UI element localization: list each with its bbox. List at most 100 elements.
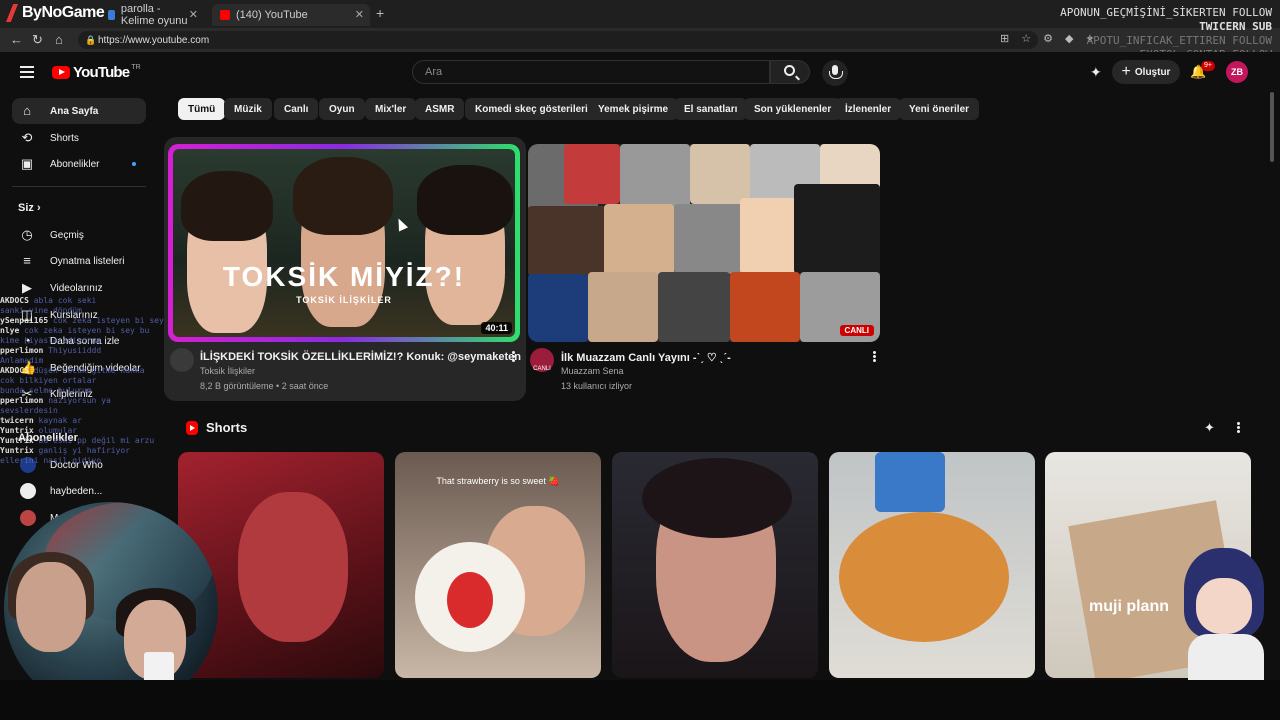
chat-msg: kaynak ar	[38, 416, 82, 425]
short-face	[238, 492, 348, 642]
chip-new[interactable]: Yeni öneriler	[899, 98, 980, 120]
sidebar-section-you[interactable]: Siz ›	[18, 202, 41, 214]
vtuber-body	[1188, 634, 1264, 682]
channel-avatar[interactable]	[170, 348, 194, 372]
chat-line: Yuntrix bu eski pp değil mi arzu	[0, 436, 215, 446]
chip-music[interactable]: Müzik	[224, 98, 272, 120]
video-title[interactable]: İlk Muazzam Canlı Yayını -ˋˏ ♡ ˎˊ-	[561, 351, 731, 364]
chip-mixes[interactable]: Mix'ler	[365, 98, 417, 120]
cast-icon[interactable]: ✦	[1204, 420, 1215, 436]
create-label: Oluştur	[1134, 66, 1171, 78]
short-card[interactable]: That strawberry is so sweet 🍓	[395, 452, 601, 678]
chat-user: pperlimon	[0, 346, 44, 355]
alert-line: APOTU_INFICAK_ETTIREN FOLLOW	[1086, 34, 1272, 47]
chip-live[interactable]: Canlı	[274, 98, 319, 120]
lock-icon: 🔒	[85, 35, 97, 45]
home-icon[interactable]: ⌂	[55, 32, 63, 47]
page-scrollbar[interactable]	[1270, 92, 1274, 162]
chat-msg: Thiyusiiddd	[48, 346, 102, 355]
channel-avatar-live[interactable]: CANLI	[530, 348, 554, 372]
youtube-logo[interactable]: YouTube TR	[52, 64, 141, 81]
shorts-icon: ⟲	[21, 130, 33, 145]
chat-msg: ellerini nasil gidiyo	[0, 456, 102, 465]
short-card[interactable]	[612, 452, 818, 678]
search-input[interactable]	[413, 61, 769, 83]
sidebar-item-shorts[interactable]: ⟲ Shorts	[12, 125, 146, 151]
chat-msg: kime kiyasla ediyorum	[0, 336, 102, 345]
sidebar-sub-haybeden[interactable]: haybeden...	[12, 478, 146, 504]
chat-msg: naziyorsun ya	[48, 396, 111, 405]
collage-photo	[604, 204, 674, 276]
chip-crafts[interactable]: El sanatları	[674, 98, 748, 120]
chip-watched[interactable]: İzlenenler	[835, 98, 902, 120]
sidebar-item-label: Geçmiş	[50, 229, 84, 241]
video-channel[interactable]: Toksik İlişkiler	[200, 366, 255, 376]
chat-msg: olumular	[38, 426, 78, 435]
screen: ByNoGame parolla - Kelime oyunu ✕ (140) …	[0, 0, 1280, 720]
cast-icon[interactable]: ✦	[1090, 64, 1106, 80]
collage-photo	[528, 206, 608, 276]
back-icon[interactable]: ←	[10, 32, 23, 47]
channel-avatar	[20, 510, 36, 526]
tab-youtube[interactable]: (140) YouTube ✕	[212, 4, 370, 26]
search-button[interactable]	[770, 60, 810, 84]
video-thumbnail[interactable]: CANLI	[528, 144, 880, 342]
chip-asmr[interactable]: ASMR	[415, 98, 465, 120]
sidebar-item-history[interactable]: ◷ Geçmiş	[12, 222, 146, 248]
chat-msg: cok bilkiyen ortalar	[0, 376, 97, 385]
chip-gaming[interactable]: Oyun	[319, 98, 365, 120]
url-field[interactable]: 🔒 https://www.youtube.com	[78, 31, 1038, 49]
chip-cooking[interactable]: Yemek pişirme	[588, 98, 679, 120]
chat-msg: sevslerdesin	[0, 406, 58, 415]
close-icon[interactable]: ✕	[355, 8, 364, 21]
live-badge: CANLI	[839, 325, 874, 336]
voice-search-button[interactable]	[822, 60, 848, 86]
thumbnail-image: TOKSİK MİYİZ?! TOKSİK İLİŞKİLER	[173, 149, 515, 337]
close-icon[interactable]: ✕	[189, 8, 198, 21]
chat-msg: bunda selme bulurum	[0, 386, 92, 395]
more-options-icon[interactable]	[1236, 421, 1240, 435]
chat-user: Yuntrix	[0, 436, 34, 445]
account-avatar[interactable]: ZB	[1226, 61, 1248, 83]
youtube-favicon-icon	[220, 10, 230, 20]
water-bottle	[875, 452, 945, 512]
hamburger-menu-icon[interactable]	[20, 66, 34, 78]
sidebar-item-playlists[interactable]: ≡ Oynatma listeleri	[12, 248, 146, 274]
collage-photo	[564, 144, 620, 204]
subscriptions-icon: ▣	[20, 156, 34, 171]
stream-watermark: ByNoGame	[0, 0, 110, 26]
shorts-shelf-header: Shorts	[186, 420, 247, 435]
sidebar-item-subscriptions[interactable]: ▣ Abonelikler	[12, 151, 146, 177]
new-content-dot	[132, 162, 136, 166]
collage-photo	[588, 272, 658, 342]
more-options-icon[interactable]	[511, 350, 515, 364]
chip-comedy[interactable]: Komedi skeç gösterileri	[465, 98, 598, 120]
vtuber-face	[1196, 578, 1252, 634]
thumbnail-title: TOKSİK MİYİZ?!	[222, 261, 466, 292]
video-stats: 13 kullanıcı izliyor	[561, 381, 633, 391]
section-label: Siz	[18, 202, 34, 214]
youtube-play-icon	[52, 66, 70, 79]
chip-recent[interactable]: Son yüklenenler	[744, 98, 842, 120]
short-caption: muji plann	[1089, 598, 1169, 615]
chip-all[interactable]: Tümü	[178, 98, 226, 120]
plus-icon: +	[1121, 63, 1131, 80]
more-options-icon[interactable]	[872, 350, 876, 364]
chat-user: nlye	[0, 326, 20, 335]
sidebar-item-label: Ana Sayfa	[50, 105, 99, 117]
short-card[interactable]	[829, 452, 1035, 678]
create-button[interactable]: + Oluştur	[1112, 60, 1180, 84]
reload-icon[interactable]: ↻	[32, 32, 43, 48]
video-channel[interactable]: Muazzam Sena	[561, 366, 624, 376]
watermark-text: ByNoGame	[22, 4, 105, 21]
youtube-header: YouTube TR ✦ +Oluştur 🔔 9+ ZB	[0, 52, 1280, 92]
hair	[642, 458, 792, 538]
sidebar-item-home[interactable]: ⌂ Ana Sayfa	[12, 98, 146, 124]
tab-parolla[interactable]: parolla - Kelime oyunu ✕	[100, 3, 204, 27]
strawberry	[447, 572, 493, 628]
video-title[interactable]: İLİŞKDEKİ TOKSİK ÖZELLİKLERİMİZ!? Konuk:…	[200, 351, 521, 363]
video-thumbnail[interactable]: TOKSİK MİYİZ?! TOKSİK İLİŞKİLER 40:11	[168, 144, 520, 342]
collage-photo	[794, 184, 880, 274]
chat-msg: Anlamadim	[0, 356, 44, 365]
new-tab-icon[interactable]: +	[376, 5, 384, 21]
